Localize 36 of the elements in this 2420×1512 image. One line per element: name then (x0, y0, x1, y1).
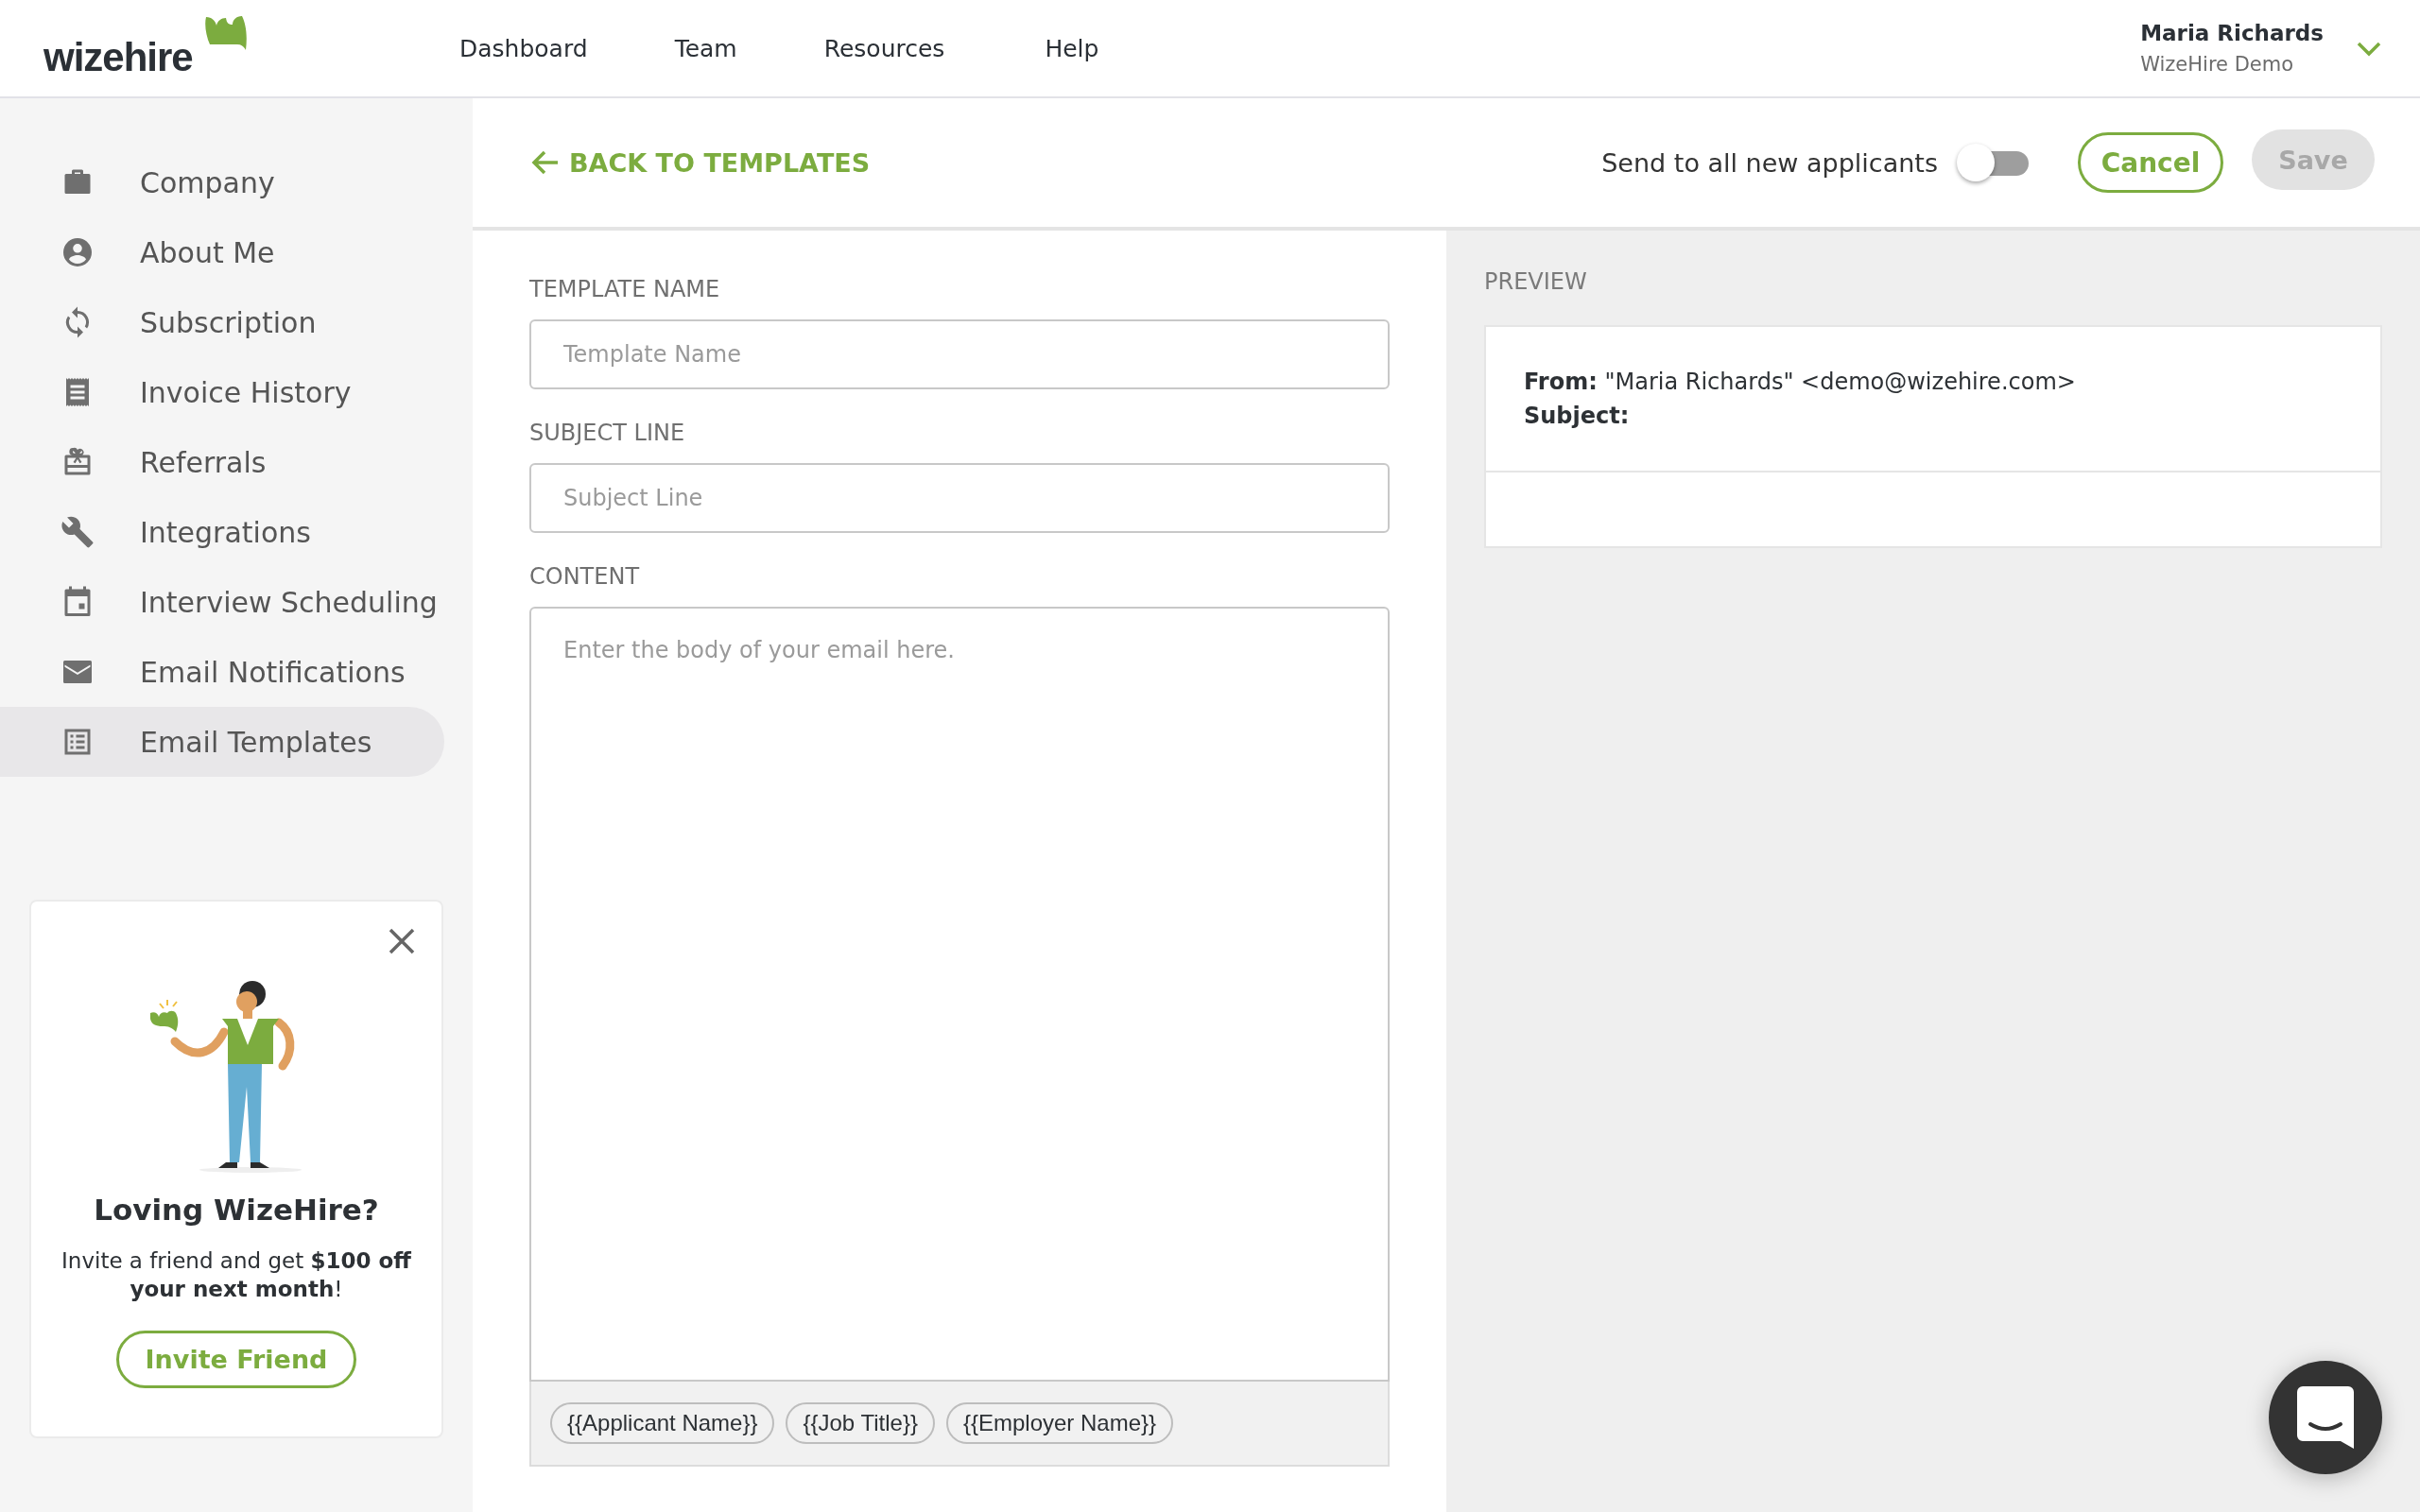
nav-link[interactable]: Dashboard (459, 34, 588, 62)
close-icon[interactable] (387, 926, 417, 956)
token-chip[interactable]: {{Job Title}} (786, 1402, 935, 1444)
subject-line: Subject: (1524, 402, 1631, 431)
sidebar-item[interactable]: Invoice History (0, 357, 444, 427)
toggle-switch[interactable] (1957, 144, 2029, 181)
toggle-label: Send to all new applicants (1601, 147, 1938, 178)
preview-title: PREVIEW (1484, 268, 1588, 295)
nav-link[interactable]: Help (1045, 34, 1099, 62)
content-field[interactable]: Enter the body of your email here. (529, 607, 1390, 1382)
sidebar-item[interactable]: Email Notifications (0, 637, 444, 707)
user-icon (60, 235, 95, 269)
field-label: CONTENT (529, 563, 641, 590)
token-chip[interactable]: {{Applicant Name}} (550, 1402, 775, 1444)
text-field[interactable]: Subject Line (529, 463, 1390, 533)
sidebar-item[interactable]: About Me (0, 217, 444, 287)
text-field[interactable]: Template Name (529, 319, 1390, 389)
nav-link[interactable]: Resources (823, 34, 945, 62)
from-line: From: "Maria Richards" <demo@wizehire.com> (1524, 368, 2077, 397)
sidebar-item[interactable]: Company (0, 147, 444, 217)
token-chip[interactable]: {{Employer Name}} (945, 1402, 1174, 1444)
promo-text: Invite a friend and get $100 off your next month! (60, 1247, 412, 1303)
field-label: TEMPLATE NAME (529, 276, 721, 302)
sidebar-item[interactable]: Referrals (0, 427, 444, 497)
logo-wordmark[interactable]: wizehire (43, 38, 193, 77)
sidebar-item[interactable]: Interview Scheduling (0, 567, 444, 637)
wrench-icon (60, 515, 95, 549)
account-name: WizeHire Demo (2140, 53, 2295, 76)
promo-title: Loving WizeHire? (94, 1193, 379, 1227)
sidebar-item[interactable]: Email Templates (0, 707, 444, 777)
nav-link[interactable]: Team (674, 34, 737, 62)
chat-icon (2297, 1386, 2354, 1449)
sidebar-item[interactable]: Subscription (0, 287, 444, 357)
field-label: SUBJECT LINE (529, 420, 686, 446)
sidebar-item[interactable]: Integrations (0, 497, 444, 567)
user-name: Maria Richards (2140, 21, 2324, 45)
